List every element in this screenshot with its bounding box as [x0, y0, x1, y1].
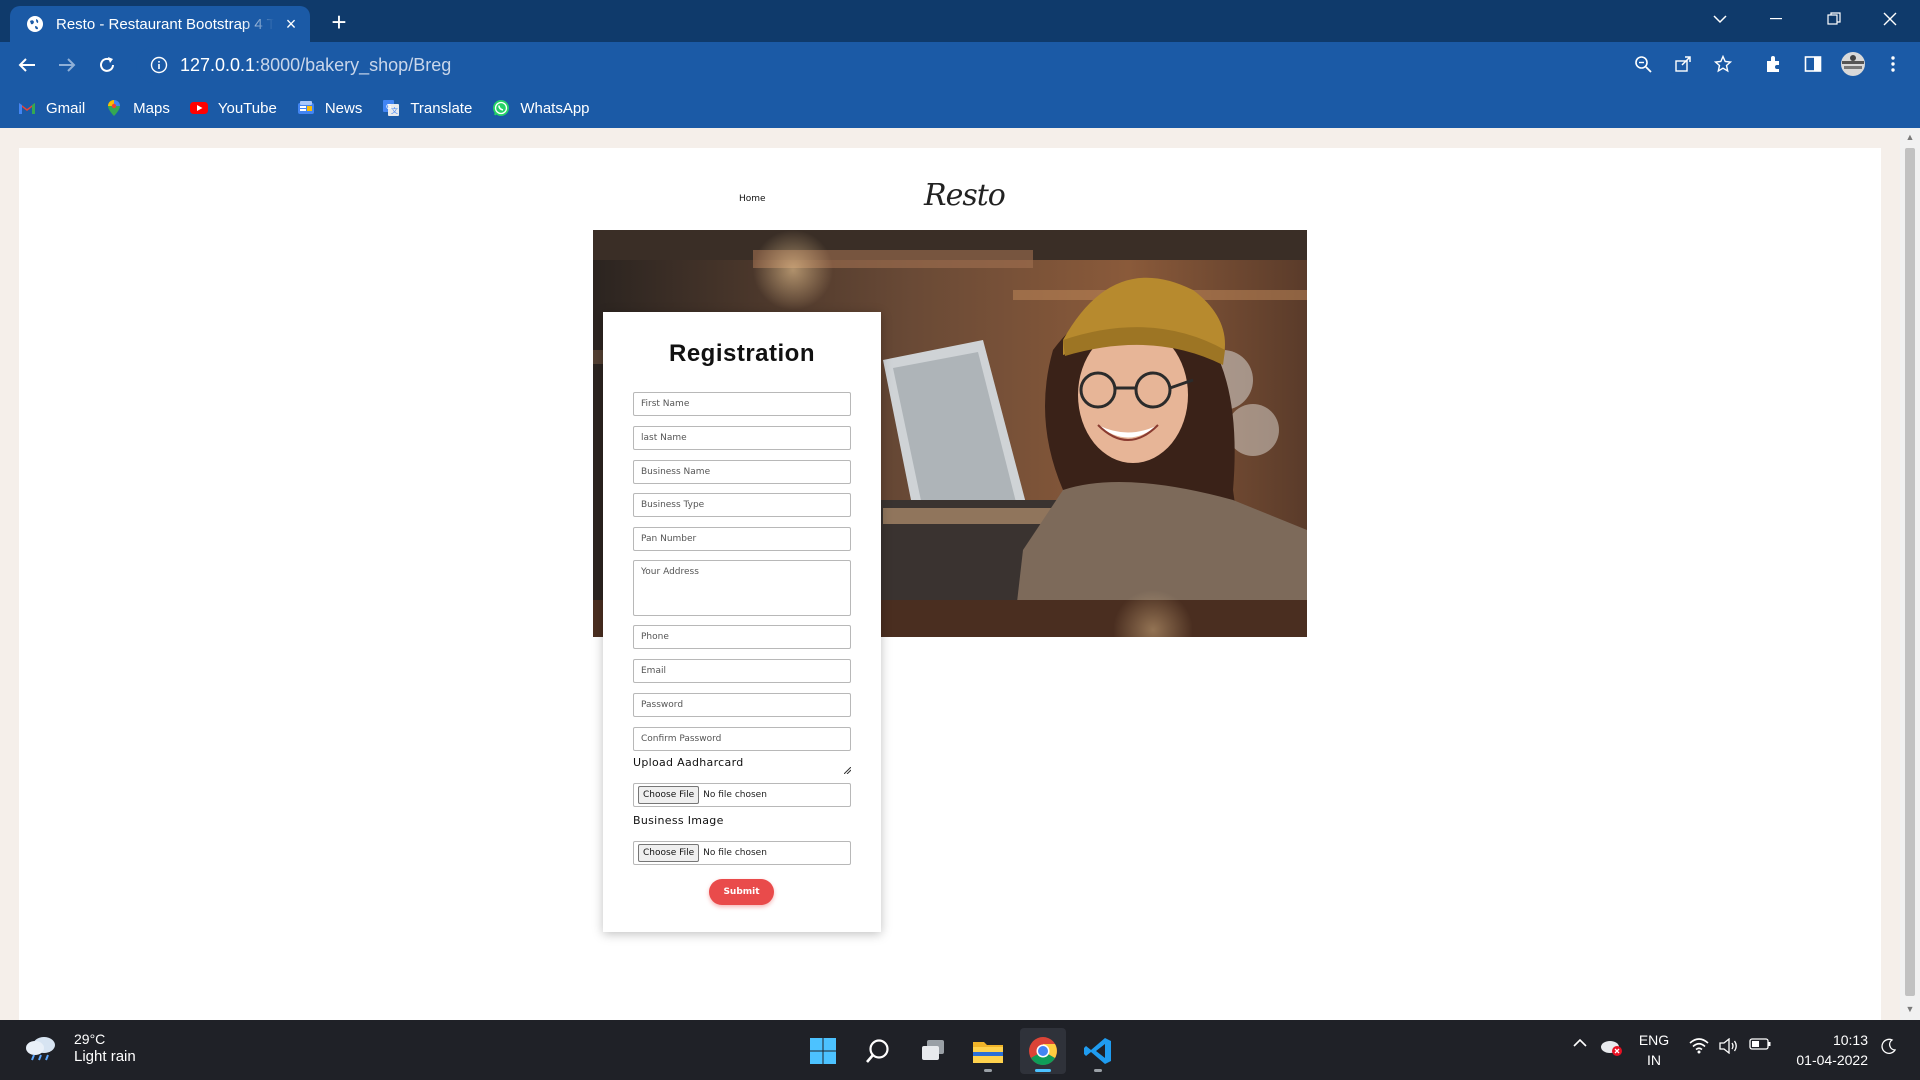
- site-info-icon[interactable]: [150, 56, 168, 74]
- bookmark-gmail[interactable]: Gmail: [18, 99, 85, 117]
- profile-avatar[interactable]: [1838, 49, 1868, 79]
- scroll-down-icon[interactable]: ▼: [1905, 1004, 1915, 1014]
- password-field[interactable]: [633, 693, 851, 717]
- youtube-icon: [189, 102, 208, 114]
- chrome-icon: [1029, 1037, 1057, 1065]
- tab-title: Resto - Restaurant Bootstrap 4 Template: [56, 15, 274, 33]
- bookmark-whatsapp[interactable]: WhatsApp: [492, 99, 590, 117]
- windows-icon: [810, 1038, 836, 1064]
- vscode-taskbar-button[interactable]: [1075, 1028, 1121, 1074]
- site-logo[interactable]: Resto: [924, 178, 1006, 213]
- news-icon: [297, 101, 314, 114]
- email-field[interactable]: [633, 659, 851, 683]
- start-button[interactable]: [800, 1028, 846, 1074]
- task-view-icon: [922, 1040, 944, 1060]
- globe-icon: [27, 16, 43, 32]
- aadhar-choose-file-button[interactable]: Choose File: [638, 786, 700, 804]
- registration-form: Registration Upload Aadharcard Choose Fi…: [603, 312, 881, 932]
- web-page: Home Resto Registration First Name last …: [19, 148, 1881, 1020]
- taskbar-search-button[interactable]: [855, 1028, 901, 1074]
- address-bar[interactable]: 127.0.0.1:8000/bakery_shop/Breg: [136, 47, 1688, 83]
- phone-field[interactable]: [633, 625, 851, 649]
- task-view-button[interactable]: [910, 1028, 956, 1074]
- volume-icon[interactable]: [1718, 1038, 1740, 1054]
- business-image-file-input[interactable]: Choose File No file chosen: [633, 841, 851, 865]
- browser-tab[interactable]: Resto - Restaurant Bootstrap 4 Template …: [10, 6, 310, 42]
- running-indicator: [984, 1069, 992, 1072]
- bookmark-news[interactable]: News: [297, 99, 362, 117]
- form-title: Registration: [668, 340, 815, 367]
- aadhar-label: Upload Aadharcard: [633, 756, 744, 769]
- address-field[interactable]: [633, 560, 851, 616]
- menu-kebab-icon[interactable]: [1878, 49, 1908, 79]
- url-text: 127.0.0.1:8000/bakery_shop/Breg: [180, 54, 452, 75]
- battery-icon[interactable]: [1748, 1038, 1772, 1050]
- system-clock[interactable]: 10:13 01-04-2022: [1786, 1030, 1868, 1070]
- bookmark-translate[interactable]: G文 Translate: [382, 99, 472, 117]
- submit-button[interactable]: Submit: [709, 879, 774, 905]
- notifications-icon[interactable]: [1878, 1038, 1900, 1056]
- page-scrollbar[interactable]: ▲ ▼: [1900, 128, 1920, 1020]
- last-name-field[interactable]: [633, 426, 851, 450]
- show-hidden-icons[interactable]: [1570, 1038, 1590, 1048]
- bookmarks-bar: Gmail Maps YouTube News G文 Translate Wha…: [0, 88, 1920, 128]
- chrome-taskbar-button[interactable]: [1020, 1028, 1066, 1074]
- nav-home-link[interactable]: Home: [739, 194, 766, 204]
- folder-icon: [973, 1042, 1003, 1063]
- browser-toolbar: 127.0.0.1:8000/bakery_shop/Breg: [0, 42, 1920, 88]
- aadhar-file-input[interactable]: Choose File No file chosen: [633, 783, 851, 807]
- running-indicator: [1094, 1069, 1102, 1072]
- resize-grip-icon[interactable]: [844, 767, 851, 774]
- bookmark-youtube[interactable]: YouTube: [189, 99, 277, 117]
- side-panel-icon[interactable]: [1798, 49, 1828, 79]
- weather-widget[interactable]: 29°C Light rain: [24, 1030, 136, 1066]
- onedrive-error-icon[interactable]: [1598, 1038, 1624, 1056]
- wifi-icon[interactable]: [1688, 1038, 1710, 1054]
- vscode-icon: [1084, 1038, 1111, 1064]
- svg-text:文: 文: [391, 106, 398, 115]
- bookmark-star-icon[interactable]: [1708, 49, 1738, 79]
- browser-titlebar: Resto - Restaurant Bootstrap 4 Template …: [0, 0, 1920, 42]
- business-image-choose-file-button[interactable]: Choose File: [638, 844, 700, 862]
- forward-icon[interactable]: [52, 50, 82, 80]
- tab-search-icon[interactable]: [1700, 0, 1740, 38]
- reload-icon[interactable]: [92, 50, 122, 80]
- weather-description: Light rain: [74, 1048, 136, 1065]
- cloud-rain-icon: [26, 1037, 55, 1061]
- first-name-field[interactable]: [633, 392, 851, 416]
- windows-taskbar: 29°C Light rain ENG IN 10:13 01-04-2022: [0, 1020, 1920, 1080]
- back-icon[interactable]: [12, 50, 42, 80]
- close-window-icon[interactable]: [1870, 0, 1910, 38]
- active-indicator: [1035, 1069, 1051, 1072]
- file-explorer-button[interactable]: [965, 1028, 1011, 1074]
- business-type-field[interactable]: [633, 493, 851, 517]
- close-tab-icon[interactable]: ×: [282, 15, 300, 33]
- zoom-icon[interactable]: [1628, 49, 1658, 79]
- gmail-icon: [19, 103, 35, 114]
- bookmark-maps[interactable]: Maps: [105, 99, 170, 117]
- scroll-up-icon[interactable]: ▲: [1905, 132, 1915, 142]
- restore-icon[interactable]: [1814, 0, 1854, 38]
- input-language[interactable]: ENG IN: [1636, 1030, 1672, 1070]
- aadhar-file-status: No file chosen: [703, 790, 767, 800]
- business-image-file-status: No file chosen: [703, 848, 767, 858]
- confirm-password-field[interactable]: [633, 727, 851, 751]
- new-tab-button[interactable]: +: [325, 8, 353, 36]
- extensions-icon[interactable]: [1758, 49, 1788, 79]
- business-name-field[interactable]: [633, 460, 851, 484]
- scroll-thumb[interactable]: [1905, 148, 1915, 996]
- clock-date: 01-04-2022: [1796, 1052, 1868, 1068]
- clock-time: 10:13: [1832, 1032, 1868, 1048]
- page-viewport: Home Resto Registration First Name last …: [0, 128, 1920, 1020]
- maps-icon: [108, 100, 121, 116]
- whatsapp-icon: [493, 100, 510, 116]
- pan-number-field[interactable]: [633, 527, 851, 551]
- search-icon: [866, 1039, 889, 1063]
- business-image-label: Business Image: [633, 814, 724, 827]
- share-icon[interactable]: [1668, 49, 1698, 79]
- translate-icon: G文: [383, 100, 400, 116]
- minimize-icon[interactable]: [1756, 0, 1796, 38]
- weather-temperature: 29°C: [74, 1031, 106, 1047]
